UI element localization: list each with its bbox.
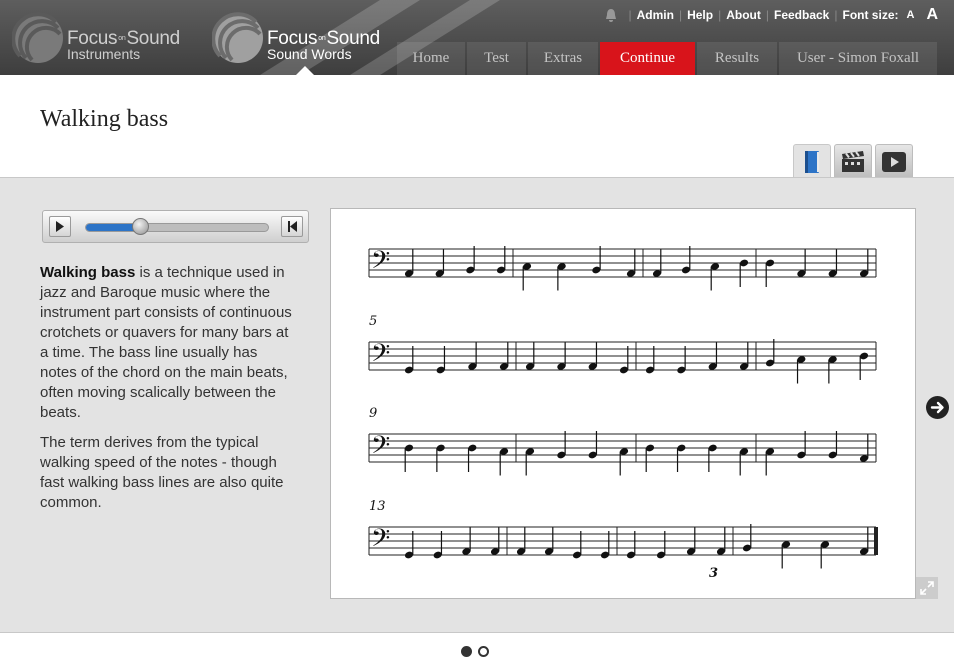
sheet-music-image: 𝄢 𝄢 5 𝄢 9 𝄢 13 3 (368, 246, 878, 581)
view-tabs (793, 144, 916, 179)
divider: | (628, 8, 632, 22)
sound-logo-icon (12, 12, 63, 63)
audio-progress-handle[interactable] (131, 218, 149, 235)
tab-clip[interactable] (834, 144, 872, 178)
tab-test[interactable]: Test (467, 42, 526, 75)
triplet-number: 3 (709, 566, 718, 581)
audio-player (42, 210, 309, 243)
about-link[interactable]: About (726, 8, 761, 22)
audio-progress-track[interactable] (85, 223, 269, 232)
active-brand-caret (296, 66, 314, 75)
measure-number: 13 (369, 499, 386, 514)
main-nav: Home Test Extras Continue Results User -… (397, 42, 937, 75)
divider: | (718, 8, 722, 22)
tab-continue[interactable]: Continue (600, 42, 695, 75)
term: Walking bass (40, 264, 136, 281)
bass-clef-icon: 𝄢 (371, 431, 390, 466)
top-header: FocusonSound Instruments FocusonSound So… (0, 0, 954, 75)
skip-back-icon (287, 221, 297, 232)
sound-logo-icon (212, 12, 263, 63)
admin-link[interactable]: Admin (637, 8, 674, 22)
bell-icon[interactable] (605, 8, 617, 22)
play-icon (882, 151, 906, 172)
measure-number: 5 (369, 314, 377, 329)
page-dot[interactable] (478, 646, 489, 657)
clapperboard-icon (842, 150, 864, 172)
page-title: Walking bass (40, 106, 169, 132)
font-size-small-button[interactable]: A (906, 9, 914, 21)
font-size-large-button[interactable]: A (926, 6, 938, 24)
bass-clef-icon: 𝄢 (371, 339, 390, 374)
tab-extras[interactable]: Extras (528, 42, 598, 75)
measure-number: 9 (369, 406, 377, 421)
restart-button[interactable] (281, 216, 303, 237)
description: Walking bass is a technique used in jazz… (40, 263, 295, 523)
page-indicator (461, 646, 495, 657)
help-link[interactable]: Help (687, 8, 713, 22)
brand-subtitle: Instruments (67, 46, 141, 62)
description-paragraph: The term derives from the typical walkin… (40, 434, 284, 511)
book-icon (805, 151, 819, 173)
divider: | (765, 8, 769, 22)
tab-book[interactable] (793, 144, 831, 179)
play-icon (56, 221, 64, 232)
description-paragraph: Walking bass is a technique used in jazz… (40, 264, 292, 421)
tab-results[interactable]: Results (697, 42, 777, 75)
feedback-link[interactable]: Feedback (774, 8, 829, 22)
tab-home[interactable]: Home (397, 42, 465, 75)
divider: | (678, 8, 683, 22)
font-size-label: Font size: (842, 8, 899, 22)
play-button[interactable] (49, 216, 71, 237)
sheet-music: 𝄢 𝄢 5 𝄢 9 𝄢 13 3 (330, 208, 916, 599)
expand-icon[interactable] (916, 577, 938, 599)
tab-user[interactable]: User - Simon Foxall (779, 42, 937, 75)
divider: | (834, 8, 838, 22)
tab-video[interactable] (875, 144, 913, 178)
brand-subtitle: Sound Words (267, 46, 352, 62)
bass-clef-icon: 𝄢 (371, 524, 390, 559)
bass-clef-icon: 𝄢 (371, 246, 390, 281)
top-links: | Admin | Help | About | Feedback | Font… (605, 5, 938, 25)
page-dot[interactable] (461, 646, 472, 657)
content-panel: Walking bass is a technique used in jazz… (0, 177, 954, 633)
next-arrow-icon[interactable] (926, 396, 949, 419)
